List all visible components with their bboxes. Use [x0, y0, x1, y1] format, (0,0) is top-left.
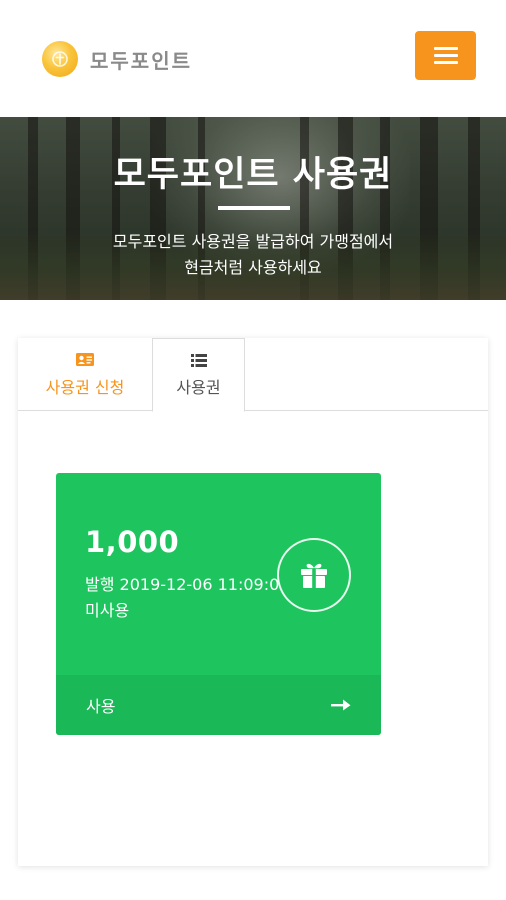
- hero-description: 모두포인트 사용권을 발급하여 가맹점에서 현금처럼 사용하세요: [0, 229, 506, 281]
- voucher-use-button[interactable]: 사용: [56, 675, 381, 735]
- voucher-status: 미사용: [85, 601, 130, 620]
- tab-voucher-apply[interactable]: 사용권 신청: [18, 338, 152, 411]
- app-header: 모두포인트: [0, 0, 506, 117]
- tab-voucher-apply-label: 사용권 신청: [45, 377, 125, 397]
- brand[interactable]: 모두포인트: [42, 40, 192, 78]
- id-card-icon: [76, 352, 94, 368]
- hero-description-line2: 현금처럼 사용하세요: [184, 258, 322, 277]
- gift-icon: [277, 538, 351, 612]
- brand-name: 모두포인트: [90, 48, 192, 73]
- voucher-use-label: 사용: [86, 697, 116, 716]
- coin-logo-icon: [42, 41, 78, 77]
- hamburger-menu-icon[interactable]: [415, 31, 476, 80]
- voucher-card[interactable]: 1,000 발행 2019-12-06 11:09:01 미사용 사용: [56, 473, 381, 735]
- hero-description-line1: 모두포인트 사용권을 발급하여 가맹점에서: [112, 232, 394, 251]
- tab-bar: 사용권 신청 사용권: [18, 338, 488, 412]
- arrow-right-icon: [331, 699, 351, 711]
- hero-divider: [218, 206, 290, 210]
- hero-title: 모두포인트 사용권: [113, 155, 393, 195]
- voucher-panel: 사용권 신청 사용권 1,000 발행 2019-12-06 11:09:01 …: [18, 338, 488, 866]
- tab-voucher-label: 사용권: [176, 378, 221, 397]
- tab-voucher[interactable]: 사용권: [152, 338, 245, 412]
- hero-banner: 모두포인트 사용권 모두포인트 사용권을 발급하여 가맹점에서 현금처럼 사용하…: [0, 117, 506, 300]
- list-icon: [190, 352, 207, 368]
- voucher-issued-date: 발행 2019-12-06 11:09:01: [85, 575, 290, 594]
- voucher-amount: 1,000: [85, 525, 180, 559]
